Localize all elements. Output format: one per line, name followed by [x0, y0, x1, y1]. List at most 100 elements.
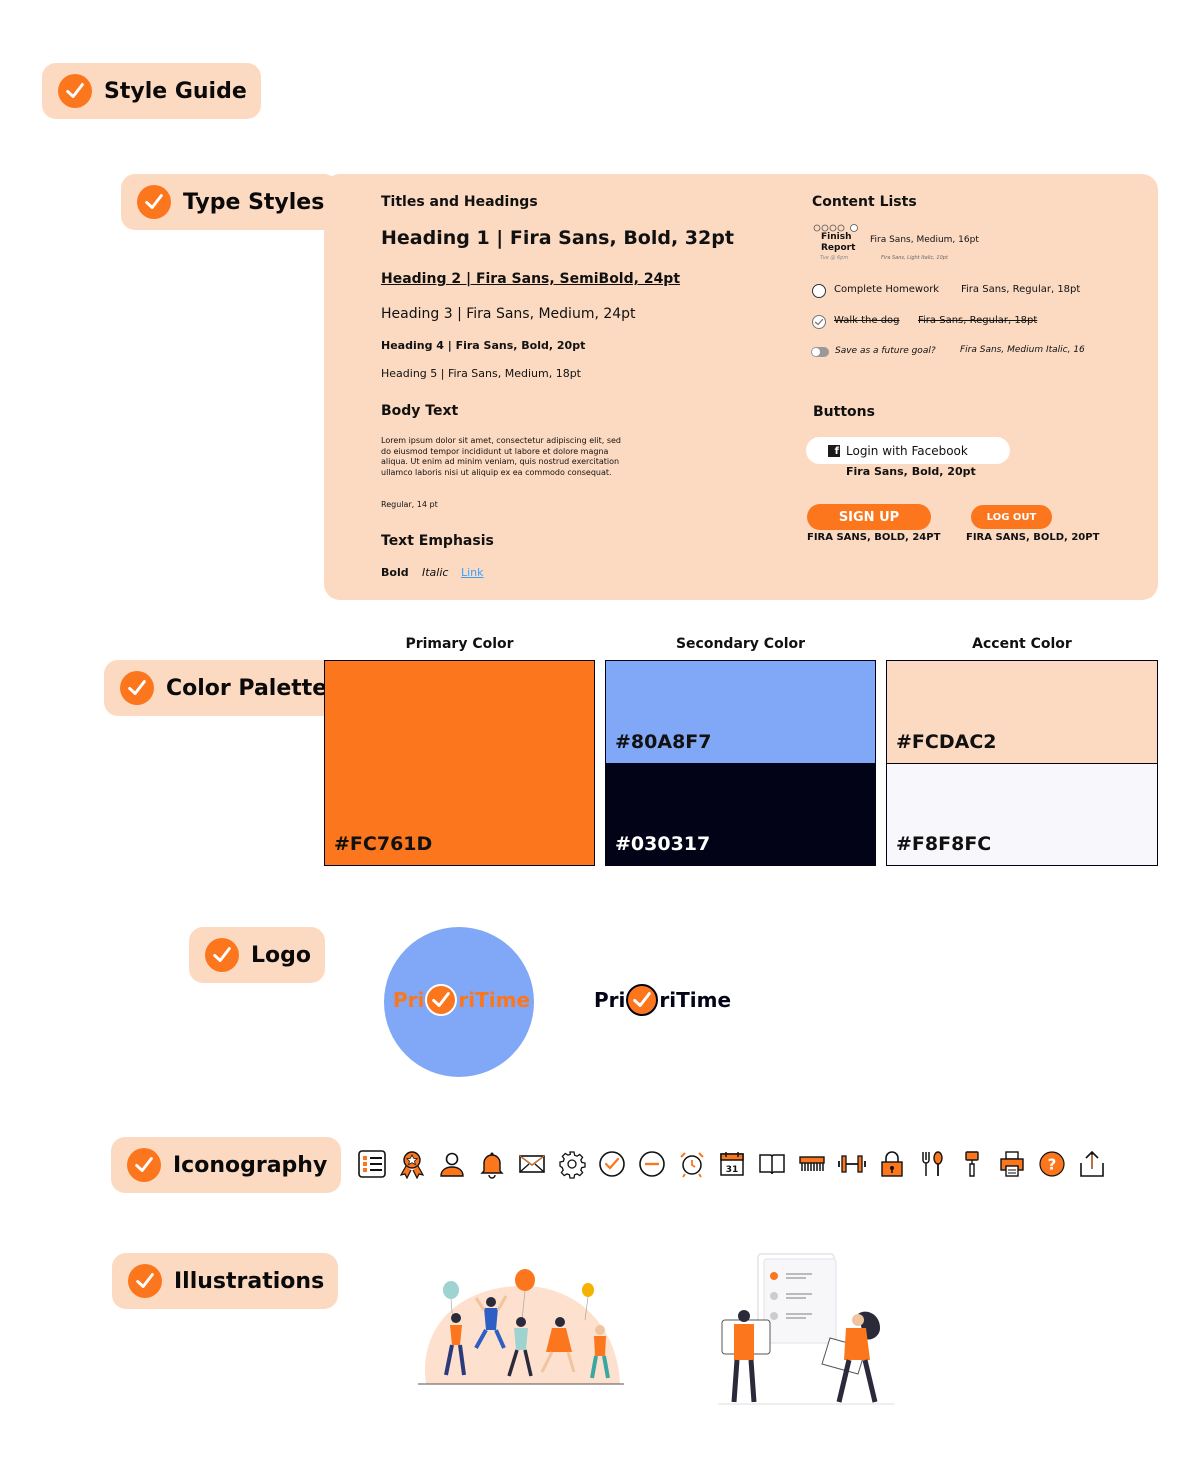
- type-styles-pill: Type Styles: [121, 174, 339, 230]
- emphasis-italic: Italic: [422, 566, 449, 579]
- check-icon: [58, 74, 92, 108]
- user-icon: [432, 1146, 472, 1182]
- buttons-label: Buttons: [813, 404, 875, 420]
- logo-suffix: riTime: [659, 988, 732, 1012]
- secondary-bottom-swatch: #030317: [605, 763, 876, 866]
- login-facebook-label: Login with Facebook: [846, 443, 968, 458]
- log-out-spec: FIRA SANS, BOLD, 20PT: [966, 532, 1100, 543]
- accent-bottom-hex: #F8F8FC: [896, 833, 992, 855]
- logo-prefix: Pri: [594, 988, 626, 1012]
- calendar-icon: 31: [712, 1146, 752, 1182]
- logo-on-white: Pri riTime: [594, 984, 731, 1016]
- facebook-button-spec: Fira Sans, Bold, 20pt: [846, 465, 976, 478]
- minus-circle-icon: [632, 1146, 672, 1182]
- check-icon: [137, 185, 171, 219]
- titles-headings-label: Titles and Headings: [381, 194, 538, 210]
- content-lists-label: Content Lists: [812, 194, 917, 210]
- secondary-color-title: Secondary Color: [675, 636, 806, 652]
- logo-check-icon: [425, 984, 458, 1016]
- facebook-icon: f: [828, 444, 840, 457]
- fork-spoon-icon: [912, 1146, 952, 1182]
- future-goal-toggle[interactable]: [811, 347, 829, 357]
- complete-homework-spec: Fira Sans, Regular, 18pt: [961, 284, 1081, 295]
- check-icon: [120, 671, 154, 705]
- section-title-iconography: Iconography: [173, 1152, 328, 1178]
- primary-color-title: Primary Color: [405, 636, 514, 652]
- svg-text:31: 31: [726, 1165, 739, 1175]
- section-title-logo: Logo: [251, 942, 311, 968]
- finish-report-title: Finish Report: [821, 232, 856, 253]
- heading-4-sample: Heading 4 | Fira Sans, Bold, 20pt: [381, 339, 586, 352]
- check-circle-icon: [592, 1146, 632, 1182]
- heading-1-sample: Heading 1 | Fira Sans, Bold, 32pt: [381, 227, 734, 249]
- accent-top-hex: #FCDAC2: [896, 731, 997, 753]
- secondary-top-swatch: #80A8F7: [605, 660, 876, 763]
- check-icon: [128, 1264, 162, 1298]
- printer-icon: [992, 1146, 1032, 1182]
- bell-icon: [472, 1146, 512, 1182]
- walk-dog-checked-radio[interactable]: [812, 315, 826, 329]
- share-icon: [1072, 1146, 1112, 1182]
- body-text-label: Body Text: [381, 403, 459, 419]
- book-icon: [752, 1146, 792, 1182]
- log-out-button[interactable]: LOG OUT: [971, 505, 1052, 529]
- finish-report-spec-small: Fira Sans, Light Italic, 10pt: [881, 255, 948, 261]
- emphasis-bold: Bold: [381, 566, 409, 579]
- svg-text:?: ?: [1048, 1156, 1057, 1174]
- emphasis-link[interactable]: Link: [461, 566, 484, 579]
- body-text-sample: Lorem ipsum dolor sit amet, consectetur …: [381, 436, 621, 477]
- iconography-pill: Iconography: [111, 1137, 342, 1193]
- finish-report-time: Tue @ 6pm: [820, 255, 849, 261]
- dumbbell-icon: [832, 1146, 872, 1182]
- logo-on-blue: Pri riTime: [393, 984, 530, 1016]
- primary-color-hex: #FC761D: [334, 833, 433, 855]
- page-title: Style Guide: [104, 78, 247, 104]
- body-text-note: Regular, 14 pt: [381, 500, 438, 509]
- homework-radio[interactable]: [812, 284, 826, 298]
- heading-3-sample: Heading 3 | Fira Sans, Medium, 24pt: [381, 306, 636, 322]
- heading-5-sample: Heading 5 | Fira Sans, Medium, 18pt: [381, 367, 581, 380]
- accent-top-swatch: #FCDAC2: [886, 660, 1158, 764]
- walk-dog-item[interactable]: Walk the dog: [834, 315, 900, 326]
- comb-icon: [792, 1146, 832, 1182]
- logo-pill: Logo: [189, 927, 325, 983]
- paint-roller-icon: [952, 1146, 992, 1182]
- section-title-type-styles: Type Styles: [183, 189, 325, 215]
- secondary-bottom-hex: #030317: [615, 833, 711, 855]
- check-icon: [127, 1148, 161, 1182]
- color-palette-pill: Color Palette: [104, 660, 342, 716]
- accent-bottom-swatch: #F8F8FC: [886, 763, 1158, 866]
- heading-2-sample: Heading 2 | Fira Sans, SemiBold, 24pt: [381, 271, 681, 287]
- complete-homework-item[interactable]: Complete Homework: [834, 284, 939, 295]
- checklist-illustration: [718, 1252, 894, 1406]
- alarm-clock-icon: [672, 1146, 712, 1182]
- help-icon: ?: [1032, 1146, 1072, 1182]
- logo-suffix: riTime: [458, 988, 531, 1012]
- sign-up-spec: FIRA SANS, BOLD, 24PT: [807, 532, 941, 543]
- secondary-top-hex: #80A8F7: [615, 731, 712, 753]
- future-goal-spec: Fira Sans, Medium Italic, 16: [960, 345, 1085, 355]
- text-emphasis-label: Text Emphasis: [381, 533, 494, 549]
- finish-report-spec: Fira Sans, Medium, 16pt: [870, 235, 979, 245]
- section-title-illustrations: Illustrations: [174, 1268, 325, 1294]
- mail-icon: [512, 1146, 552, 1182]
- logo-check-icon: [626, 984, 659, 1016]
- check-icon: [205, 938, 239, 972]
- gear-icon: [552, 1146, 592, 1182]
- party-illustration: [418, 1268, 624, 1386]
- future-goal-item: Save as a future goal?: [835, 346, 936, 356]
- primary-color-swatch: #FC761D: [324, 660, 595, 866]
- award-ribbon-icon: [392, 1146, 432, 1182]
- type-styles-card: Titles and Headings Heading 1 | Fira San…: [324, 174, 1158, 600]
- lock-icon: [872, 1146, 912, 1182]
- icon-set: 31 ?: [352, 1146, 1112, 1182]
- style-guide-pill: Style Guide: [42, 63, 261, 119]
- logo-prefix: Pri: [393, 988, 425, 1012]
- accent-color-title: Accent Color: [972, 636, 1072, 652]
- sign-up-button[interactable]: SIGN UP: [807, 504, 931, 530]
- illustrations-pill: Illustrations: [112, 1253, 339, 1309]
- checklist-icon: [352, 1146, 392, 1182]
- section-title-color-palette: Color Palette: [166, 675, 328, 701]
- login-facebook-button[interactable]: f Login with Facebook: [806, 437, 1010, 464]
- walk-dog-spec: Fira Sans, Regular, 18pt: [918, 315, 1038, 326]
